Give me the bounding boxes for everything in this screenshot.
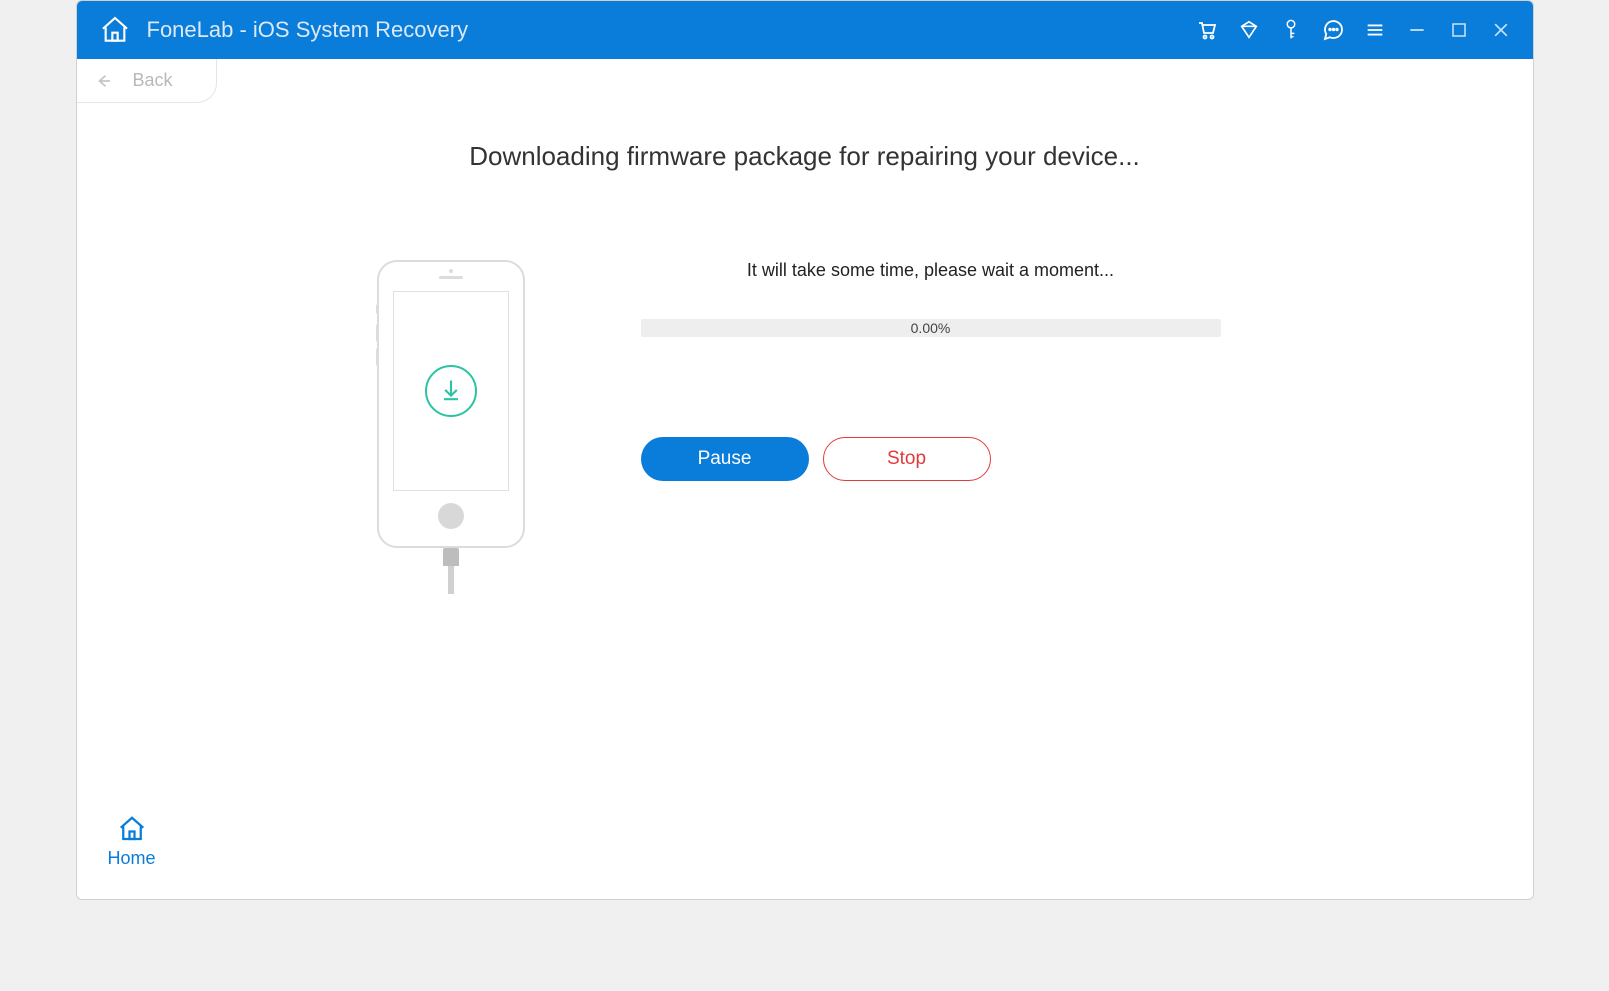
titlebar-controls bbox=[1195, 18, 1513, 42]
close-button[interactable] bbox=[1489, 18, 1513, 42]
progress-bar: 0.00% bbox=[641, 319, 1221, 337]
app-title: FoneLab - iOS System Recovery bbox=[147, 17, 469, 43]
cart-icon[interactable] bbox=[1195, 18, 1219, 42]
titlebar: FoneLab - iOS System Recovery bbox=[77, 1, 1533, 59]
minimize-button[interactable] bbox=[1405, 18, 1429, 42]
download-icon bbox=[425, 365, 477, 417]
home-corner-button[interactable]: Home bbox=[77, 779, 197, 899]
home-icon[interactable] bbox=[97, 12, 133, 48]
progress-percent: 0.00% bbox=[911, 320, 951, 336]
menu-icon[interactable] bbox=[1363, 18, 1387, 42]
pause-button[interactable]: Pause bbox=[641, 437, 809, 481]
key-icon[interactable] bbox=[1279, 18, 1303, 42]
status-text: It will take some time, please wait a mo… bbox=[641, 260, 1221, 281]
home-nav-icon bbox=[117, 814, 147, 844]
maximize-button[interactable] bbox=[1447, 18, 1471, 42]
home-nav-label: Home bbox=[107, 848, 155, 869]
chat-icon[interactable] bbox=[1321, 18, 1345, 42]
device-illustration bbox=[377, 260, 525, 548]
stop-button[interactable]: Stop bbox=[823, 437, 991, 481]
diamond-icon[interactable] bbox=[1237, 18, 1261, 42]
app-window: FoneLab - iOS System Recovery bbox=[76, 0, 1534, 900]
main-content: Downloading firmware package for repairi… bbox=[77, 59, 1533, 899]
page-heading: Downloading firmware package for repairi… bbox=[469, 141, 1140, 172]
